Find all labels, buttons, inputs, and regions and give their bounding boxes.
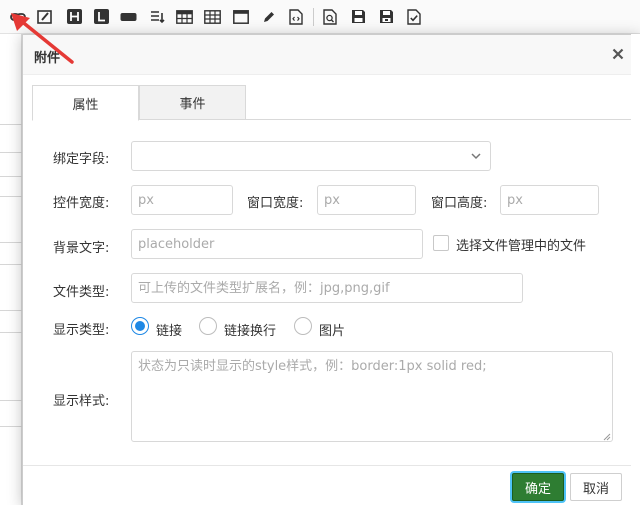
display-type-image-radio[interactable] xyxy=(294,317,312,335)
window-height-label: 窗口高度: xyxy=(431,196,488,211)
preview-icon[interactable] xyxy=(321,8,338,25)
tab-properties[interactable]: 属性 xyxy=(32,85,139,121)
window-icon[interactable] xyxy=(232,8,249,25)
editor-canvas-edge xyxy=(631,34,640,505)
resize-grip-icon[interactable] xyxy=(601,431,611,441)
display-type-link-newline-radio[interactable] xyxy=(199,317,217,335)
window-height-input[interactable] xyxy=(500,185,599,215)
display-style-label: 显示样式: xyxy=(53,394,110,409)
editor-toolbar xyxy=(0,0,640,34)
dialog-footer: 确定 取消 xyxy=(23,465,639,505)
bind-field-select[interactable] xyxy=(131,141,491,171)
ok-button[interactable]: 确定 xyxy=(512,473,564,501)
input-bar-icon[interactable] xyxy=(120,8,137,25)
file-type-input[interactable] xyxy=(131,273,523,303)
save-as-icon[interactable] xyxy=(378,8,395,25)
select-file-label: 选择文件管理中的文件 xyxy=(456,239,587,254)
table-icon[interactable] xyxy=(176,8,193,25)
list-icon[interactable] xyxy=(148,8,165,25)
dialog-title: 附件 xyxy=(34,51,61,66)
dialog-header: 附件 xyxy=(23,35,639,75)
heading-h-icon[interactable] xyxy=(66,8,83,25)
window-width-input[interactable] xyxy=(317,185,416,215)
control-width-input[interactable] xyxy=(131,185,233,215)
display-type-link-radio[interactable] xyxy=(131,317,149,335)
tab-bar: 属性 事件 xyxy=(32,85,632,121)
save-icon[interactable] xyxy=(350,8,367,25)
bg-text-input[interactable] xyxy=(131,229,423,259)
display-type-label: 显示类型: xyxy=(53,323,110,338)
display-type-link-newline-label: 链接换行 xyxy=(224,324,277,339)
display-style-textarea[interactable] xyxy=(131,351,613,442)
grid-icon[interactable] xyxy=(204,8,221,25)
bg-text-label: 背景文字: xyxy=(53,241,110,256)
label-l-icon[interactable] xyxy=(93,8,110,25)
chevron-down-icon xyxy=(471,153,481,160)
close-icon[interactable] xyxy=(607,43,629,65)
display-type-image-label: 图片 xyxy=(319,324,346,339)
attachment-dialog: 附件 属性 事件 绑定字段: 控件宽度: 窗口宽度: 窗口高度: 背景文字: 选… xyxy=(22,34,640,505)
code-file-icon[interactable] xyxy=(287,8,304,25)
file-type-label: 文件类型: xyxy=(53,285,110,300)
control-width-label: 控件宽度: xyxy=(53,196,110,211)
cancel-button[interactable]: 取消 xyxy=(570,473,622,501)
pen-icon[interactable] xyxy=(260,8,277,25)
window-width-label: 窗口宽度: xyxy=(247,196,304,211)
select-file-checkbox[interactable] xyxy=(433,235,449,251)
check-doc-icon[interactable] xyxy=(405,8,422,25)
edit-box-icon[interactable] xyxy=(36,8,53,25)
bind-field-label: 绑定字段: xyxy=(53,152,110,167)
display-type-link-label: 链接 xyxy=(156,324,183,339)
tab-events[interactable]: 事件 xyxy=(139,85,246,120)
toolbar-separator xyxy=(313,8,314,26)
editor-canvas-strip xyxy=(0,34,22,505)
link-icon[interactable] xyxy=(9,8,26,25)
